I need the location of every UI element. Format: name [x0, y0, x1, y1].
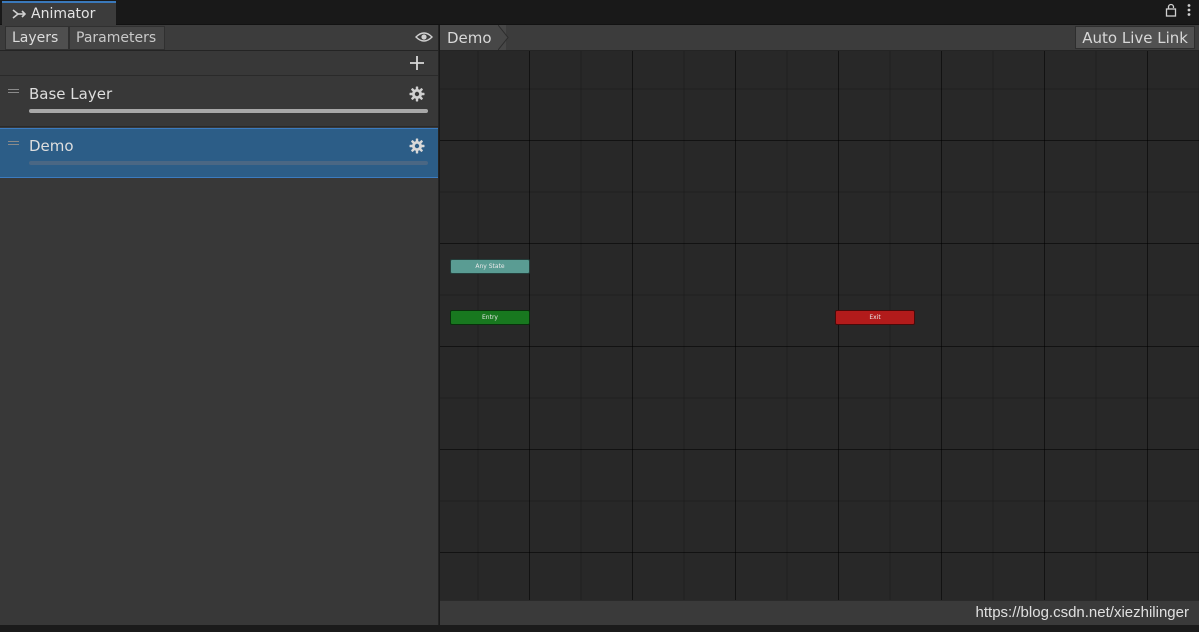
lock-icon[interactable]	[1165, 3, 1177, 17]
auto-live-link-button[interactable]: Auto Live Link	[1075, 26, 1195, 49]
layer-name: Base Layer	[29, 85, 113, 103]
layer-weight-bar	[29, 161, 428, 165]
animator-icon	[12, 9, 26, 19]
drag-handle-icon[interactable]	[8, 89, 19, 93]
animator-window-tab[interactable]: Animator	[2, 1, 116, 25]
breadcrumb-item-demo[interactable]: Demo	[447, 29, 492, 47]
graph-toolbar: Demo Auto Live Link	[440, 25, 1199, 51]
entry-node[interactable]: Entry	[450, 310, 530, 325]
gear-icon[interactable]	[409, 138, 425, 154]
bottom-edge	[0, 625, 1199, 632]
layer-name: Demo	[29, 137, 74, 155]
breadcrumb[interactable]: Demo	[440, 25, 506, 50]
gear-icon[interactable]	[409, 86, 425, 102]
layer-item-demo[interactable]: Demo	[0, 128, 438, 178]
layer-weight-bar	[29, 109, 428, 113]
tab-layers[interactable]: Layers	[5, 26, 69, 50]
layer-item-base-layer[interactable]: Base Layer	[0, 77, 438, 127]
add-layer-row	[0, 51, 438, 76]
window-title-bar: Animator	[0, 0, 1199, 25]
breadcrumb-separator-icon	[498, 25, 509, 50]
window-tab-label: Animator	[31, 6, 96, 22]
drag-handle-icon[interactable]	[8, 141, 19, 145]
graph-canvas[interactable]: Any State Entry Exit	[440, 51, 1199, 600]
layers-panel: Layers Parameters Base Layer Demo	[0, 25, 439, 625]
state-machine-graph-panel: Demo Auto Live Link Any State Entry Exit…	[440, 25, 1199, 625]
graph-status-bar: https://blog.csdn.net/xiezhilinger	[440, 600, 1199, 625]
more-options-icon[interactable]	[1187, 3, 1191, 17]
any-state-node[interactable]: Any State	[450, 259, 530, 274]
watermark-text: https://blog.csdn.net/xiezhilinger	[975, 604, 1189, 621]
window-controls	[1165, 3, 1191, 17]
exit-node[interactable]: Exit	[835, 310, 915, 325]
tab-parameters[interactable]: Parameters	[69, 26, 165, 50]
layers-toolbar: Layers Parameters	[0, 25, 438, 51]
add-layer-button[interactable]	[408, 54, 426, 72]
eye-icon[interactable]	[415, 31, 433, 43]
